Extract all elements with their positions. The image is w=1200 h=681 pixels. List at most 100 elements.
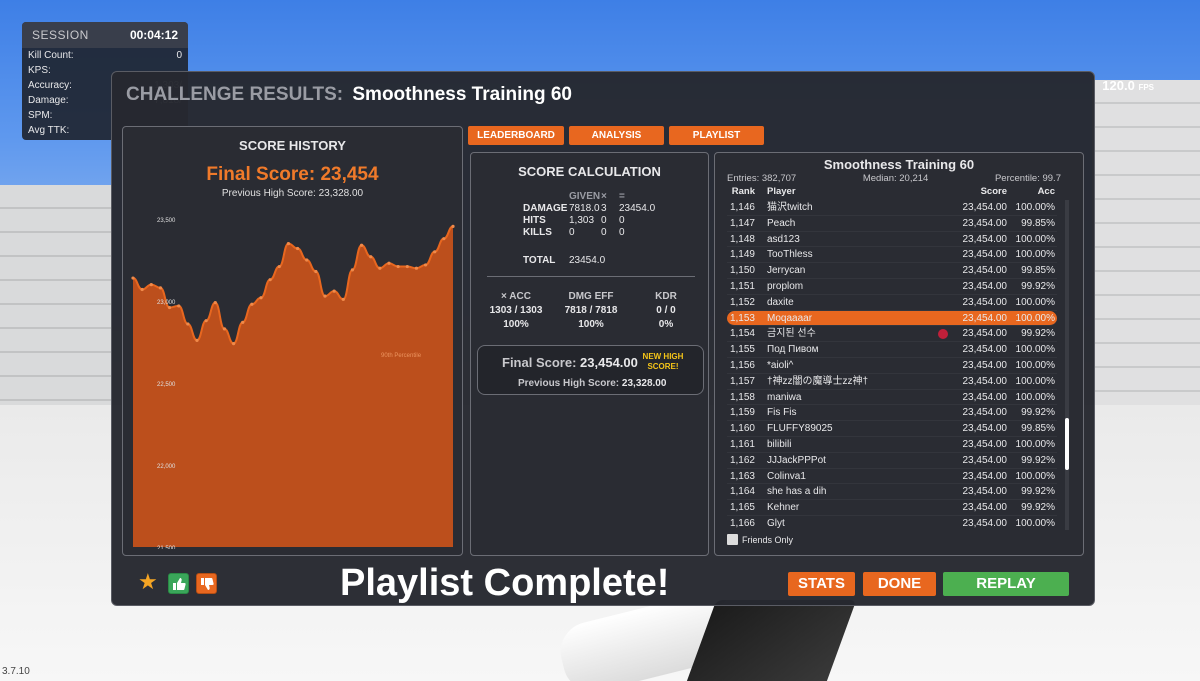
player-cell: Kehner [767, 502, 800, 514]
calc-cell: HITS [523, 215, 546, 226]
column-header-score[interactable]: Score [937, 186, 1007, 197]
player-cell: asd123 [767, 233, 800, 245]
final-score-line: Final Score: 23,454.00 [502, 355, 638, 370]
score-point [341, 297, 345, 301]
calc-cell: 0 [619, 215, 625, 226]
acc-cell: 100.00% [1015, 202, 1055, 213]
calc-cell: 0 [569, 227, 575, 238]
score-history-card: SCORE HISTORY Final Score: 23,454 Previo… [122, 126, 463, 556]
rank-cell: 1,153 [729, 312, 755, 324]
leaderboard-row-current-player[interactable]: 1,153 Moqaaaar 23,454.00 100.00% [727, 310, 1057, 327]
leaderboard-row[interactable]: 1,156 *aioli^ 23,454.00 100.00% [727, 358, 1057, 374]
leaderboard-row[interactable]: 1,160 FLUFFY89025 23,454.00 99.85% [727, 421, 1057, 437]
stats-button[interactable]: STATS [788, 572, 855, 596]
score-point [204, 319, 208, 323]
session-stat-row: Kill Count: 0 [22, 48, 188, 63]
friends-only-checkbox[interactable] [727, 534, 738, 545]
session-stat-value: 0 [176, 50, 182, 61]
score-point [140, 287, 144, 292]
tab-analysis[interactable]: ANALYSIS [569, 126, 664, 145]
leaderboard-row[interactable]: 1,157 †神zz闇の魔導士zz神† 23,454.00 100.00% [727, 374, 1057, 390]
rank-cell: 1,150 [729, 265, 755, 277]
leaderboard-row[interactable]: 1,164 she has a dih 23,454.00 99.92% [727, 484, 1057, 501]
score-cell: 23,454.00 [962, 265, 1008, 277]
leaderboard-row[interactable]: 1,151 proplom 23,454.00 99.92% [727, 279, 1057, 295]
score-point [423, 263, 428, 267]
session-label: SESSION [32, 28, 89, 42]
acc-cell: 99.92% [1021, 328, 1055, 340]
leaderboard-row[interactable]: 1,149 TooThless 23,454.00 100.00% [727, 247, 1057, 264]
done-button[interactable]: DONE [863, 572, 936, 596]
leaderboard-meta: Entries: 382,707 Median: 20,214 Percenti… [715, 173, 1083, 184]
leaderboard-row[interactable]: 1,148 asd123 23,454.00 100.00% [727, 232, 1057, 248]
column-header-rank[interactable]: Rank [727, 186, 767, 197]
leaderboard-row[interactable]: 1,155 Под Пивом 23,454.00 100.00% [727, 342, 1057, 358]
leaderboard-scrollbar[interactable] [1065, 200, 1069, 530]
column-header-acc[interactable]: Acc [1007, 186, 1057, 197]
entries-count: Entries: 382,707 [727, 173, 797, 184]
score-point [414, 266, 419, 270]
thumbs-down-icon[interactable] [196, 573, 217, 594]
score-cell: 23,454.00 [962, 312, 1008, 324]
player-cell: Colinva1 [767, 470, 806, 482]
leaderboard-row[interactable]: 1,159 Fis Fis 23,454.00 99.92% [727, 405, 1057, 422]
rank-cell: 1,148 [729, 233, 755, 245]
score-cell: 23,454.00 [962, 502, 1008, 514]
leaderboard-row[interactable]: 1,146 猫沢twitch 23,454.00 100.00% [727, 200, 1057, 216]
score-cell: 23,454.00 [962, 202, 1008, 213]
leaderboard-row[interactable]: 1,163 Colinva1 23,454.00 100.00% [727, 469, 1057, 485]
acc-cell: 99.85% [1021, 423, 1055, 435]
rank-cell: 1,146 [729, 202, 755, 213]
replay-button[interactable]: REPLAY [943, 572, 1069, 596]
rank-cell: 1,160 [729, 423, 755, 435]
score-cell: 23,454.00 [962, 217, 1008, 229]
column-header-player[interactable]: Player [767, 186, 937, 197]
calc-cell: 1,303 [569, 215, 595, 226]
leaderboard-row[interactable]: 1,154 금지된 선수 23,454.00 99.92% [727, 326, 1057, 343]
leaderboard-row[interactable]: 1,161 bilibili 23,454.00 100.00% [727, 437, 1057, 453]
calc-row-damage: DAMAGE 7818.0 3 23454.0 [523, 203, 659, 215]
player-cell: Peach [767, 217, 796, 229]
rank-cell: 1,166 [729, 517, 755, 529]
calc-cell: 0 [619, 227, 625, 238]
leaderboard-row[interactable]: 1,150 Jerrycan 23,454.00 99.85% [727, 263, 1057, 279]
score-cell: 23,454.00 [962, 407, 1008, 419]
session-header: SESSION 00:04:12 [22, 22, 188, 48]
player-cell: JJJackPPPot [767, 454, 826, 466]
thumbs-up-icon[interactable] [168, 573, 189, 594]
favorite-star-icon[interactable]: ★ [138, 569, 162, 594]
friends-only-toggle[interactable]: Friends Only [727, 534, 793, 545]
calc-row-kills: KILLS 0 0 0 [523, 227, 659, 239]
rank-cell: 1,159 [729, 407, 755, 419]
tab-playlist[interactable]: PLAYLIST [669, 126, 764, 145]
calc-cell: 0 [601, 227, 607, 238]
score-cell: 23,454.00 [962, 423, 1008, 435]
player-cell: daxite [767, 296, 794, 308]
tab-leaderboard[interactable]: LEADERBOARD [468, 126, 564, 145]
y-tick-label: 23,500 [157, 218, 176, 224]
y-tick-label: 23,000 [157, 300, 176, 306]
leaderboard-card: Smoothness Training 60 Entries: 382,707 … [714, 152, 1084, 556]
leaderboard-row[interactable]: 1,152 daxite 23,454.00 100.00% [727, 295, 1057, 311]
leaderboard-row[interactable]: 1,158 maniwa 23,454.00 100.00% [727, 390, 1057, 406]
background-wall-right [1092, 80, 1200, 410]
leaderboard-row[interactable]: 1,162 JJJackPPPot 23,454.00 99.92% [727, 453, 1057, 469]
score-point [359, 243, 364, 247]
scrollbar-thumb[interactable] [1065, 418, 1069, 470]
score-point [167, 305, 172, 310]
leaderboard-row[interactable]: 1,166 Glyt 23,454.00 100.00% [727, 516, 1057, 530]
playlist-complete-banner: Playlist Complete! [340, 562, 670, 604]
leaderboard-list[interactable]: 1,146 猫沢twitch 23,454.00 100.00% 1,147 Peach 2… [727, 200, 1057, 530]
stat-percent: 100% [578, 319, 604, 330]
y-tick-label: 21,500 [157, 546, 176, 549]
fps-unit: FPS [1138, 83, 1154, 92]
leaderboard-row[interactable]: 1,147 Peach 23,454.00 99.85% [727, 216, 1057, 232]
player-cell: proplom [767, 280, 804, 292]
acc-cell: 99.92% [1021, 280, 1055, 292]
leaderboard-row[interactable]: 1,165 Kehner 23,454.00 99.92% [727, 500, 1057, 516]
acc-cell: 100.00% [1015, 249, 1055, 261]
previous-high-label: Previous High Score: [518, 378, 620, 389]
calc-row-hits: HITS 1,303 0 0 [523, 215, 659, 227]
rank-cell: 1,164 [729, 486, 755, 498]
score-cell: 23,454.00 [962, 391, 1008, 403]
